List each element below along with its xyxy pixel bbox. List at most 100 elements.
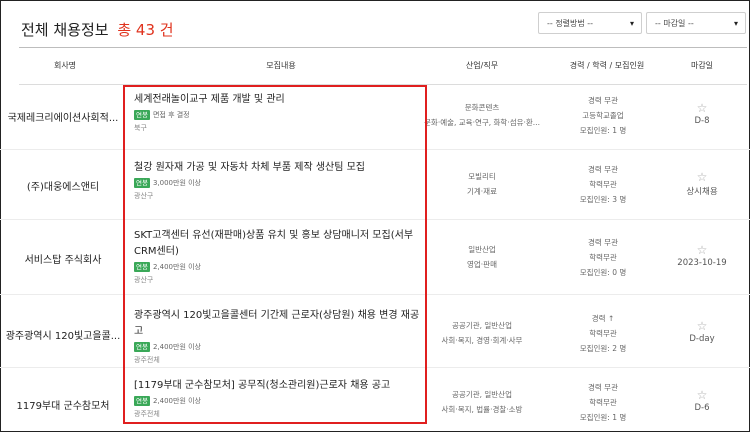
deadline-text: 상시채용 (686, 187, 718, 197)
job-title[interactable]: 철강 원자재 가공 및 자동차 차체 부품 제작 생산팀 모집 (134, 160, 424, 176)
salary-text: 2,400만원 이상 (152, 263, 201, 271)
industry-line1: 모빌리티 (468, 172, 496, 181)
recruit-count: 모집인원: 1 명 (579, 126, 627, 135)
col-content: 모집내용 (266, 61, 296, 70)
education: 고등학교졸업 (582, 111, 624, 120)
sort-select[interactable]: -- 정렬방법 -- ▾ (538, 12, 642, 34)
salary-text: 2,400만원 이상 (152, 343, 201, 351)
deadline-text: D-6 (694, 403, 710, 413)
table-row[interactable]: 국제레크리에이션사회적... 세계전래놀이교구 제품 개발 및 관리 연봉 면접 … (0, 84, 750, 150)
requirements-info: 경력 무관 학력무관 모집인원: 1 명 (548, 380, 658, 425)
requirements-info: 경력 무관 고등학교졸업 모집인원: 1 명 (548, 93, 658, 138)
salary-badge: 연봉 (134, 396, 150, 406)
job-title[interactable]: 세계전래놀이교구 제품 개발 및 관리 (134, 92, 424, 108)
col-industry: 산업/직무 (465, 61, 499, 70)
bookmark-star-icon[interactable]: ☆ (652, 320, 750, 332)
company-name[interactable]: 국제레크리에이션사회적... (4, 109, 122, 124)
deadline-info: ☆ D-day (652, 320, 750, 344)
company-name[interactable]: 광주광역시 120빛고을콜... (4, 327, 122, 342)
industry-info: 문화콘텐츠 문화·예술, 교육·연구, 화학·섬유·환... (424, 100, 540, 130)
deadline-text: D-day (689, 334, 715, 344)
industry-line1: 일반산업 (468, 245, 496, 254)
chevron-down-icon: ▾ (733, 19, 738, 28)
job-posting[interactable]: 세계전래놀이교구 제품 개발 및 관리 연봉 면접 후 결정 북구 (134, 92, 424, 133)
table-row[interactable]: 1179부대 군수참모처 [1179부대 군수참모처] 공무직(청소관리원)근로… (0, 368, 750, 430)
bookmark-star-icon[interactable]: ☆ (652, 244, 750, 256)
salary-text: 2,400만원 이상 (152, 397, 201, 405)
table-row[interactable]: 서비스탑 주식회사 SKT고객센터 유선(재판매)상품 유치 및 홍보 상담매니… (0, 220, 750, 295)
deadline-select-value: -- 마감일 -- (655, 19, 694, 28)
salary-badge: 연봉 (134, 178, 150, 188)
job-posting[interactable]: [1179부대 군수참모처] 공무직(청소관리원)근로자 채용 공고 연봉 2,4… (134, 378, 424, 419)
requirements-info: 경력 ↑ 학력무관 모집인원: 2 명 (548, 311, 658, 356)
industry-line2: 기계·재료 (467, 187, 497, 196)
job-location: 북구 (134, 124, 147, 132)
company-name[interactable]: 1179부대 군수참모처 (4, 397, 122, 412)
chevron-down-icon: ▾ (629, 19, 634, 28)
job-title[interactable]: 광주광역시 120빛고을콜센터 기간제 근로자(상담원) 채용 변경 재공고 (134, 308, 424, 340)
salary-info: 연봉 2,400만원 이상 (134, 342, 424, 352)
experience: 경력 ↑ (591, 314, 615, 323)
job-title[interactable]: SKT고객센터 유선(재판매)상품 유치 및 홍보 상담매니저 모집(서부CRM… (134, 228, 424, 260)
col-requirements: 경력 / 학력 / 모집인원 (569, 61, 645, 70)
table-header: 회사명 모집내용 산업/직무 경력 / 학력 / 모집인원 마감일 (19, 47, 747, 85)
salary-info: 연봉 2,400만원 이상 (134, 396, 424, 406)
experience: 경력 무관 (588, 165, 618, 174)
industry-line1: 문화콘텐츠 (464, 103, 500, 112)
job-location: 광산구 (134, 192, 154, 200)
recruit-count: 모집인원: 0 명 (579, 268, 627, 277)
title-text: 전체 채용정보 (21, 21, 109, 39)
requirements-info: 경력 무관 학력무관 모집인원: 3 명 (548, 162, 658, 207)
page-title: 전체 채용정보 총 43 건 (21, 19, 174, 40)
col-deadline: 마감일 (690, 61, 714, 70)
job-location: 광산구 (134, 276, 154, 284)
job-posting[interactable]: SKT고객센터 유선(재판매)상품 유치 및 홍보 상담매니저 모집(서부CRM… (134, 228, 424, 285)
industry-line2: 사회·복지, 법률·경찰·소방 (441, 405, 523, 414)
job-title[interactable]: [1179부대 군수참모처] 공무직(청소관리원)근로자 채용 공고 (134, 378, 424, 394)
education: 학력무관 (589, 398, 617, 407)
experience: 경력 무관 (588, 238, 618, 247)
bookmark-star-icon[interactable]: ☆ (652, 389, 750, 401)
industry-info: 모빌리티 기계·재료 (424, 169, 540, 199)
education: 학력무관 (589, 180, 617, 189)
salary-info: 연봉 3,000만원 이상 (134, 178, 424, 188)
col-company: 회사명 (53, 61, 77, 70)
deadline-info: ☆ D-6 (652, 389, 750, 413)
salary-text: 3,000만원 이상 (152, 179, 201, 187)
bookmark-star-icon[interactable]: ☆ (652, 171, 750, 183)
industry-info: 공공기관, 일반산업 사회·복지, 경영·회계·사무 (424, 318, 540, 348)
table-row[interactable]: 광주광역시 120빛고을콜... 광주광역시 120빛고을콜센터 기간제 근로자… (0, 295, 750, 368)
deadline-info: ☆ 2023-10-19 (652, 244, 750, 268)
sort-select-value: -- 정렬방법 -- (547, 19, 594, 28)
education: 학력무관 (589, 329, 617, 338)
company-name[interactable]: (주)대웅에스앤티 (4, 178, 122, 193)
salary-badge: 연봉 (134, 342, 150, 352)
job-posting[interactable]: 철강 원자재 가공 및 자동차 차체 부품 제작 생산팀 모집 연봉 3,000만… (134, 160, 424, 201)
recruit-count: 모집인원: 3 명 (579, 195, 627, 204)
recruit-count: 모집인원: 1 명 (579, 413, 627, 422)
company-name[interactable]: 서비스탑 주식회사 (4, 251, 122, 266)
bookmark-star-icon[interactable]: ☆ (652, 102, 750, 114)
industry-info: 일반산업 영업·판매 (424, 242, 540, 272)
job-location: 광주전체 (134, 410, 160, 418)
industry-line2: 영업·판매 (467, 260, 497, 269)
industry-info: 공공기관, 일반산업 사회·복지, 법률·경찰·소방 (424, 387, 540, 417)
industry-line1: 공공기관, 일반산업 (452, 390, 512, 399)
industry-line2: 문화·예술, 교육·연구, 화학·섬유·환... (424, 118, 540, 127)
industry-line1: 공공기관, 일반산업 (452, 321, 512, 330)
salary-text: 면접 후 결정 (152, 111, 190, 119)
requirements-info: 경력 무관 학력무관 모집인원: 0 명 (548, 235, 658, 280)
deadline-info: ☆ D-8 (652, 102, 750, 126)
salary-info: 연봉 2,400만원 이상 (134, 262, 424, 272)
industry-line2: 사회·복지, 경영·회계·사무 (441, 336, 523, 345)
job-location: 광주전체 (134, 356, 160, 364)
salary-badge: 연봉 (134, 110, 150, 120)
job-posting[interactable]: 광주광역시 120빛고을콜센터 기간제 근로자(상담원) 채용 변경 재공고 연… (134, 308, 424, 365)
deadline-select[interactable]: -- 마감일 -- ▾ (646, 12, 746, 34)
table-row[interactable]: (주)대웅에스앤티 철강 원자재 가공 및 자동차 차체 부품 제작 생산팀 모… (0, 150, 750, 220)
education: 학력무관 (589, 253, 617, 262)
deadline-text: 2023-10-19 (677, 258, 727, 268)
experience: 경력 무관 (588, 96, 618, 105)
experience: 경력 무관 (588, 383, 618, 392)
recruit-count: 모집인원: 2 명 (579, 344, 627, 353)
